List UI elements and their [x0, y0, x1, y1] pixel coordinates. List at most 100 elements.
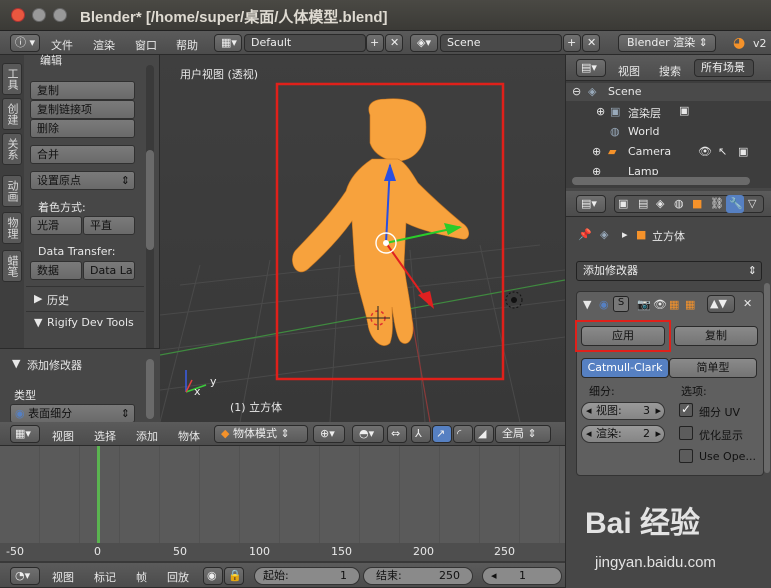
orientation-dropdown[interactable]: 全局 ⇕ — [495, 425, 551, 443]
start-frame-field[interactable]: 起始: 1 — [254, 567, 360, 585]
copy-button[interactable]: 复制 — [674, 326, 758, 346]
shade-smooth-button[interactable]: 光滑 — [30, 216, 82, 235]
editor-type-button[interactable]: ▤▾ — [576, 59, 606, 77]
end-frame-field[interactable]: 结束: 250 — [363, 567, 473, 585]
outliner-scrollbar[interactable] — [572, 177, 750, 185]
rigify-label[interactable]: Rigify Dev Tools — [47, 316, 134, 329]
record-icon[interactable]: ◉ — [203, 567, 223, 585]
render-engine-dropdown[interactable]: Blender 渲染 ⇕ — [618, 34, 716, 52]
current-frame-field[interactable]: ◂ 1 — [482, 567, 562, 585]
editor-type-button[interactable]: ▦▾ — [10, 425, 40, 443]
scale-icon[interactable]: ◢ — [474, 425, 494, 443]
outliner-row-world[interactable]: ◍ World — [566, 123, 771, 141]
close-window-button[interactable] — [11, 8, 25, 22]
shading-icon[interactable]: ◓▾ — [352, 425, 384, 443]
join-button[interactable]: 合并 — [30, 145, 135, 164]
properties-scrollbar[interactable] — [764, 283, 770, 473]
menu-view[interactable]: 视图 — [618, 63, 640, 79]
use-opensubdiv-checkbox[interactable] — [679, 449, 693, 463]
section-edit-label[interactable]: 编辑 — [40, 52, 62, 68]
menu-object[interactable]: 物体 — [178, 428, 200, 444]
lock-icon[interactable]: 🔒 — [224, 567, 244, 585]
outliner-row-renderlayers[interactable]: ⊕ ▣ 渲染层 ▣ — [566, 103, 771, 121]
menu-view[interactable]: 视图 — [52, 428, 74, 444]
menu-marker[interactable]: 标记 — [94, 569, 116, 585]
catmull-clark-option[interactable]: Catmull-Clark — [581, 358, 669, 378]
delete-scene-button[interactable]: ✕ — [582, 34, 600, 52]
type-dropdown[interactable]: ◉ 表面细分 ⇕ — [10, 404, 135, 423]
render-levels-field[interactable]: ◂ 渲染: 2 ▸ — [581, 425, 665, 443]
toggle-icon[interactable]: ⇔ — [387, 425, 407, 443]
simple-option[interactable]: 简单型 — [669, 358, 757, 378]
modifier-tab-active[interactable]: 🔧 — [726, 195, 744, 213]
outliner-row-scene[interactable]: ⊖ ◈ Scene — [566, 83, 771, 101]
add-modifier-dropdown[interactable]: 添加修改器 ⇕ — [576, 261, 762, 281]
data-transfer-button[interactable]: 数据 — [30, 261, 82, 280]
set-origin-dropdown[interactable]: 设置原点 ⇕ — [30, 171, 135, 190]
tab-create[interactable]: 创建 — [2, 98, 22, 130]
tab-grease-pencil[interactable]: 蜡笔 — [2, 250, 22, 282]
object-tab-icon[interactable]: ■ — [692, 197, 702, 210]
delete-button[interactable]: 删除 — [30, 119, 135, 138]
tab-physics[interactable]: 物理 — [2, 212, 22, 244]
current-frame-cursor[interactable] — [97, 446, 100, 543]
remove-modifier-icon[interactable]: ✕ — [743, 297, 752, 310]
mode-dropdown[interactable]: ◆ 物体模式 ⇕ — [214, 425, 308, 443]
minimize-window-button[interactable] — [32, 8, 46, 22]
layout-icon[interactable]: ▦▾ — [214, 34, 242, 52]
rigify-toggle-icon[interactable]: ▼ — [34, 316, 42, 329]
collapse-icon[interactable]: ⊖ — [572, 85, 581, 98]
operator-toggle-icon[interactable]: ▼ — [12, 357, 20, 370]
maximize-window-button[interactable] — [53, 8, 67, 22]
timeline-track[interactable] — [0, 446, 565, 543]
manipulator-icon[interactable]: ⅄ — [411, 425, 431, 443]
timeline[interactable]: -50 0 50 100 150 200 250 — [0, 446, 565, 561]
show-viewport-icon[interactable]: 👁 — [653, 298, 667, 311]
data-layers-button[interactable]: Data La — [83, 261, 135, 280]
pin-icon[interactable]: 📌 — [578, 228, 592, 241]
expand-icon[interactable]: ⊕ — [592, 145, 601, 158]
visibility-eye-icon[interactable]: 👁 — [698, 145, 712, 158]
render-camera-icon[interactable]: ▣ — [738, 145, 748, 158]
add-layout-button[interactable]: + — [366, 34, 384, 52]
selected-mesh-figure[interactable] — [292, 98, 470, 346]
expand-icon[interactable]: ⊕ — [596, 105, 605, 118]
show-render-icon[interactable]: 📷 — [637, 298, 651, 311]
layout-field[interactable]: Default — [244, 34, 366, 52]
move-modifier-icon[interactable]: ▲▼ — [707, 295, 735, 313]
show-editmode-icon[interactable]: ▦ — [669, 298, 679, 311]
editor-type-button[interactable]: ⓘ ▾ — [10, 34, 40, 52]
render-layer-toggle-icon[interactable]: ▣ — [679, 104, 689, 117]
shade-flat-button[interactable]: 平直 — [83, 216, 135, 235]
menu-help[interactable]: 帮助 — [176, 37, 198, 53]
scene-tab-icon[interactable]: ◈ — [656, 197, 664, 210]
outliner-row-camera[interactable]: ⊕ ▰ Camera 👁 ↖ ▣ — [566, 143, 771, 161]
modifier-name-field[interactable]: S — [613, 296, 629, 312]
tab-relations[interactable]: 关系 — [2, 133, 22, 165]
data-tab-icon[interactable]: ▽ — [748, 197, 756, 210]
show-cage-icon[interactable]: ▦ — [685, 298, 695, 311]
optimal-display-checkbox[interactable] — [679, 426, 693, 440]
menu-view[interactable]: 视图 — [52, 569, 74, 585]
outliner-row-lamp[interactable]: ⊕ Lamp — [566, 163, 771, 175]
history-label[interactable]: 历史 — [47, 292, 69, 308]
menu-select[interactable]: 选择 — [94, 428, 116, 444]
display-filter[interactable]: 所有场景 — [694, 59, 754, 77]
editor-type-button[interactable]: ▤▾ — [576, 195, 606, 213]
subdivide-uv-checkbox[interactable]: ✓ — [679, 402, 693, 417]
scene-field[interactable]: Scene — [440, 34, 562, 52]
scene-icon[interactable]: ◈▾ — [410, 34, 438, 52]
menu-playback[interactable]: 回放 — [167, 569, 189, 585]
tab-tools[interactable]: 工具 — [2, 63, 22, 95]
rotate-icon[interactable]: ◜ — [453, 425, 473, 443]
menu-render[interactable]: 渲染 — [93, 37, 115, 53]
menu-file[interactable]: 文件 — [51, 37, 73, 53]
history-toggle-icon[interactable]: ▶ — [34, 292, 42, 305]
menu-search[interactable]: 搜索 — [659, 63, 681, 79]
select-arrow-icon[interactable]: ↖ — [718, 145, 727, 158]
duplicate-button[interactable]: 复制 — [30, 81, 135, 100]
duplicate-linked-button[interactable]: 复制链接项 — [30, 100, 135, 119]
translate-icon[interactable]: ↗ — [432, 425, 452, 443]
editor-type-button[interactable]: ◔▾ — [10, 567, 40, 585]
operator-scrollbar[interactable] — [146, 359, 154, 419]
